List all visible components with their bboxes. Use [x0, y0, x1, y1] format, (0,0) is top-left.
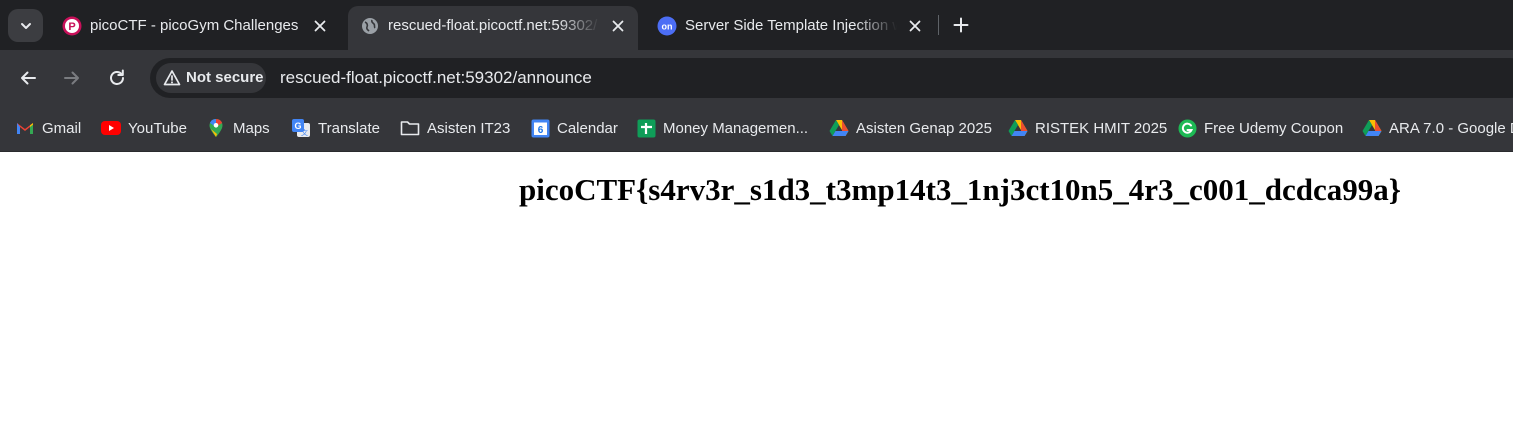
bookmark-label: YouTube [128, 119, 187, 137]
tab-search-button[interactable] [8, 9, 43, 42]
reload-icon [110, 69, 124, 85]
svg-text:文: 文 [301, 128, 308, 137]
back-button[interactable] [14, 64, 42, 92]
plus-icon [953, 17, 969, 33]
sheets-icon [636, 118, 656, 138]
bookmark-label: ARA 7.0 - Google D [1389, 119, 1513, 137]
page-content: picoCTF{s4rv3r_s1d3_t3mp14t3_1nj3ct10n5_… [0, 152, 1513, 425]
tab-title: Server Side Template Injection w [685, 17, 897, 34]
navigation-toolbar: Not secure rescued-float.picoctf.net:593… [0, 50, 1513, 106]
bookmark-label: Maps [233, 119, 270, 137]
security-chip[interactable]: Not secure [156, 63, 266, 93]
url-text[interactable]: rescued-float.picoctf.net:59302/announce [280, 68, 592, 88]
not-secure-label: Not secure [186, 69, 264, 86]
svg-text:6: 6 [537, 125, 543, 136]
chevron-down-icon [20, 22, 31, 29]
reload-button[interactable] [103, 64, 131, 92]
bookmark-maps[interactable]: Maps [206, 116, 270, 140]
bookmark-asisten-genap-2025[interactable]: Asisten Genap 2025 [829, 116, 992, 140]
tab-rescued-float[interactable]: rescued-float.picoctf.net:59302/ [348, 6, 638, 50]
svg-text:P: P [68, 21, 75, 33]
address-bar[interactable]: Not secure rescued-float.picoctf.net:593… [150, 58, 1513, 98]
arrow-left-icon [21, 71, 36, 85]
bookmark-label: Asisten IT23 [427, 119, 511, 137]
bookmark-label: Gmail [42, 119, 82, 137]
translate-icon: G 文 [291, 118, 311, 138]
tab-picoctf[interactable]: P picoCTF - picoGym Challenges [50, 6, 342, 50]
bookmark-asisten-it23[interactable]: Asisten IT23 [400, 116, 510, 140]
drive-icon [1008, 118, 1028, 138]
bookmark-ristek-hmit-2025[interactable]: RISTEK HMIT 2025 [1008, 116, 1167, 140]
arrow-right-icon [64, 71, 79, 85]
onworks-icon: on [657, 16, 677, 36]
bookmark-calendar[interactable]: 6 Calendar [530, 116, 618, 140]
tab-title: picoCTF - picoGym Challenges [90, 17, 299, 34]
bookmark-translate[interactable]: G 文 Translate [291, 116, 380, 140]
bookmark-label: Money Managemen... [663, 119, 809, 137]
picoctf-icon: P [62, 16, 82, 36]
forward-button[interactable] [58, 64, 86, 92]
bookmark-money-management[interactable]: Money Managemen... [636, 116, 808, 140]
close-tab-icon[interactable] [905, 16, 925, 36]
bookmark-youtube[interactable]: YouTube [101, 116, 187, 140]
close-tab-icon[interactable] [310, 16, 330, 36]
folder-icon [400, 118, 420, 138]
bookmark-label: Free Udemy Coupon [1204, 119, 1344, 137]
tab-strip: P picoCTF - picoGym Challenges rescued-f… [0, 0, 1513, 50]
maps-icon [206, 118, 226, 138]
tab-title: rescued-float.picoctf.net:59302/ [388, 17, 598, 34]
bookmark-ara-7[interactable]: ARA 7.0 - Google D [1362, 116, 1513, 140]
warning-icon [163, 70, 181, 86]
calendar-icon: 6 [530, 118, 550, 138]
drive-icon [1362, 118, 1382, 138]
browser-window: P picoCTF - picoGym Challenges rescued-f… [0, 0, 1513, 425]
coupon-icon [1177, 118, 1197, 138]
bookmark-free-udemy-coupon[interactable]: Free Udemy Coupon [1177, 116, 1343, 140]
flag-heading: picoCTF{s4rv3r_s1d3_t3mp14t3_1nj3ct10n5_… [518, 172, 1402, 207]
new-tab-button[interactable] [949, 13, 973, 37]
bookmark-label: Translate [318, 119, 380, 137]
gmail-icon [15, 118, 35, 138]
bookmark-label: Calendar [557, 119, 618, 137]
bookmark-gmail[interactable]: Gmail [15, 116, 81, 140]
bookmarks-bar: Gmail YouTube Maps G 文 Translate Asisten… [0, 106, 1513, 152]
globe-icon [360, 16, 380, 36]
bookmark-label: Asisten Genap 2025 [856, 119, 992, 137]
drive-icon [829, 118, 849, 138]
youtube-icon [101, 118, 121, 138]
tab-divider [938, 15, 939, 35]
close-tab-icon[interactable] [608, 16, 628, 36]
tab-ssti[interactable]: on Server Side Template Injection w [645, 6, 935, 50]
bookmark-label: RISTEK HMIT 2025 [1035, 119, 1168, 137]
svg-text:on: on [662, 22, 673, 32]
